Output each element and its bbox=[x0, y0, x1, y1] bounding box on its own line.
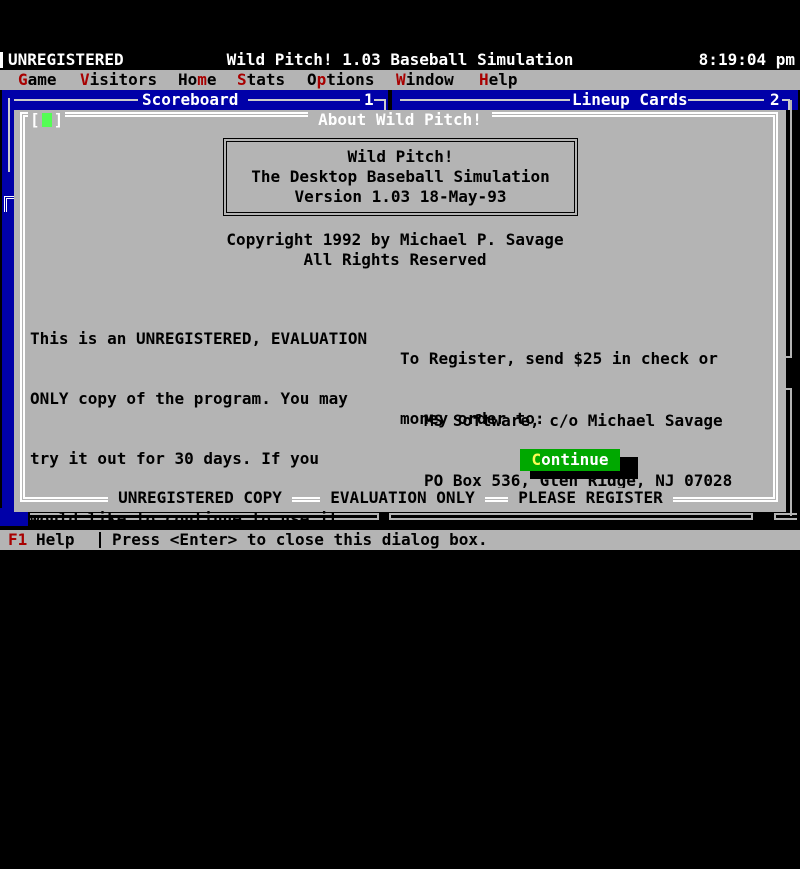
frame-line bbox=[688, 99, 764, 101]
frame-line bbox=[10, 99, 138, 101]
copyright-line1: Copyright 1992 by Michael P. Savage bbox=[14, 230, 776, 250]
menu-item-home[interactable]: Home bbox=[178, 70, 217, 90]
paragraph-line: version of the program, a printed bbox=[30, 689, 367, 709]
register-line1: To Register, send $25 in check or bbox=[400, 349, 718, 369]
menu-item-game[interactable]: Game bbox=[18, 70, 57, 90]
about-box-line1: Wild Pitch! bbox=[227, 147, 574, 167]
close-bracket-right: ] bbox=[54, 110, 64, 130]
paragraph-line: This is an UNREGISTERED, EVALUATION bbox=[30, 329, 367, 349]
footer-please-register: PLEASE REGISTER bbox=[508, 488, 673, 508]
f1-help-key[interactable]: F1 bbox=[8, 530, 27, 550]
close-button[interactable]: [ ] bbox=[28, 110, 65, 130]
about-box: Wild Pitch! The Desktop Baseball Simulat… bbox=[223, 138, 578, 216]
dialog-title: About Wild Pitch! bbox=[308, 110, 492, 130]
unregistered-label: UNREGISTERED bbox=[8, 50, 124, 70]
menu-item-window[interactable]: Window bbox=[396, 70, 454, 90]
menu-item-visitors[interactable]: Visitors bbox=[80, 70, 157, 90]
title-bar: Wild Pitch! 1.03 Baseball Simulation UNR… bbox=[0, 50, 800, 70]
menu-item-options[interactable]: Options bbox=[307, 70, 374, 90]
frame-line bbox=[8, 98, 10, 172]
evaluation-paragraph: This is an UNREGISTERED, EVALUATION ONLY… bbox=[30, 289, 367, 869]
continue-button[interactable]: Continue bbox=[520, 449, 620, 471]
paragraph-line: and bound user guide, and one free bbox=[30, 749, 367, 769]
paragraph-line: program update. bbox=[30, 809, 367, 829]
menu-item-help[interactable]: Help bbox=[479, 70, 518, 90]
window-lineup-right-edge bbox=[790, 388, 792, 516]
window-bottom-line bbox=[774, 518, 797, 520]
window-bottom-line bbox=[774, 513, 797, 515]
paragraph-line: you’ll have to register. When you bbox=[30, 569, 367, 589]
window-lineup-right-edge bbox=[790, 100, 792, 358]
window-scoreboard-titlebar[interactable]: Scoreboard 1 bbox=[2, 90, 388, 110]
dialog-title-row: About Wild Pitch! bbox=[14, 110, 786, 130]
close-icon bbox=[42, 113, 52, 127]
window-scoreboard-title: Scoreboard bbox=[142, 90, 238, 110]
screen: Wild Pitch! 1.03 Baseball Simulation UNR… bbox=[0, 0, 800, 600]
frame-corner bbox=[384, 99, 386, 110]
frame-corner bbox=[751, 513, 753, 520]
copyright-line2: All Rights Reserved bbox=[14, 250, 776, 270]
about-dialog: About Wild Pitch! [ ] Wild Pitch! The De… bbox=[14, 110, 786, 512]
close-bracket-left: [ bbox=[30, 110, 40, 130]
paragraph-line: register, you’ll receive the latest bbox=[30, 629, 367, 649]
copyright-block: Copyright 1992 by Michael P. Savage All … bbox=[14, 230, 776, 270]
footer-unregistered-copy: UNREGISTERED COPY bbox=[108, 488, 292, 508]
frame-line bbox=[248, 99, 360, 101]
window-lineup-number: 2 bbox=[770, 90, 780, 110]
paragraph-line: would like to continue to use it, bbox=[30, 509, 367, 529]
frame-corner bbox=[4, 196, 14, 212]
about-box-line2: The Desktop Baseball Simulation bbox=[227, 167, 574, 187]
menu-item-stats[interactable]: Stats bbox=[237, 70, 285, 90]
frame-corner bbox=[774, 513, 776, 520]
frame-line bbox=[400, 99, 570, 101]
window-scoreboard-number: 1 bbox=[364, 90, 374, 110]
paragraph-line: try it out for 30 days. If you bbox=[30, 449, 367, 469]
about-box-line3: Version 1.03 18-May-93 bbox=[227, 187, 574, 207]
address-line1: MS Software, c/o Michael Savage bbox=[424, 411, 732, 431]
window-lineup-title: Lineup Cards bbox=[572, 90, 688, 110]
footer-evaluation-only: EVALUATION ONLY bbox=[320, 488, 485, 508]
paragraph-line: ONLY copy of the program. You may bbox=[30, 389, 367, 409]
menu-bar: Game Visitors Home Stats Options Window … bbox=[0, 70, 800, 90]
clock: 8:19:04 pm bbox=[699, 50, 795, 70]
frame-corner bbox=[377, 513, 379, 520]
window-lineup-titlebar[interactable]: Lineup Cards 2 bbox=[392, 90, 798, 110]
